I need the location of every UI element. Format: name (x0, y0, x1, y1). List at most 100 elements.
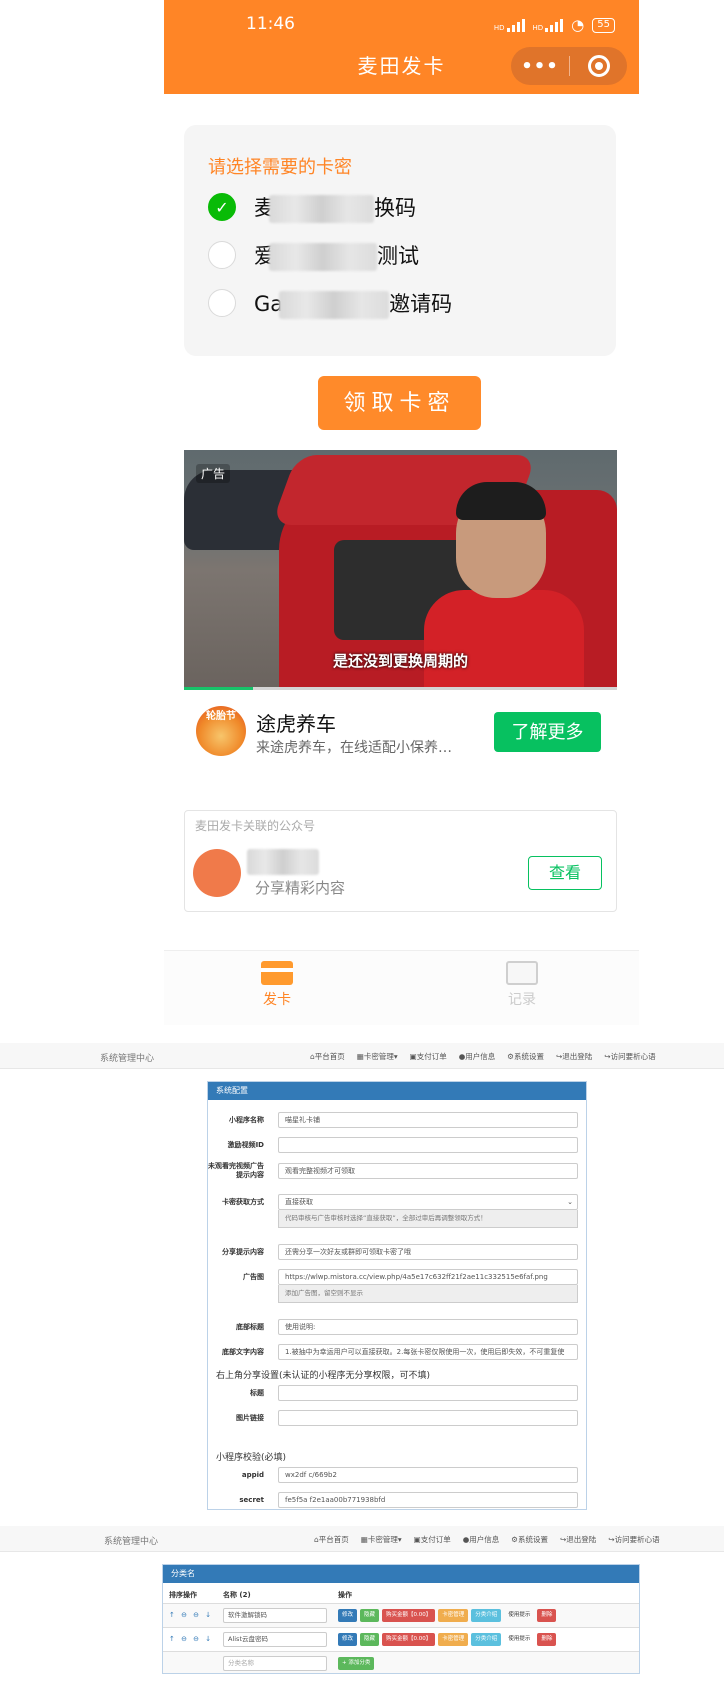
ad-progress-bar (184, 687, 617, 690)
nav-logout[interactable]: ↪ 退出登陆 (556, 1051, 592, 1062)
category-intro-button[interactable]: 分类介绍 (471, 1633, 502, 1646)
ad-tip-input[interactable]: 观看完整视频才可领取 (278, 1163, 578, 1179)
edit-button[interactable]: 修改 (338, 1633, 358, 1646)
card-manage-button[interactable]: 卡密管理 (438, 1633, 469, 1646)
battery-icon: 55 (592, 17, 615, 33)
category-name-input[interactable]: Alist云盘密码 (223, 1632, 327, 1647)
table-header-ops: 操作 (338, 1591, 352, 1599)
card-icon (261, 961, 293, 985)
ad-image-input[interactable]: https://wlwp.mistora.cc/view.php/4a5e17c… (278, 1269, 578, 1285)
official-account-title: 麦田发卡关联的公众号 (195, 819, 316, 833)
nav-home[interactable]: ⌂ 平台首页 (314, 1534, 349, 1545)
advertiser-name[interactable]: 途虎养车 (256, 708, 336, 737)
share-title-input[interactable] (278, 1385, 578, 1401)
card-manage-button[interactable]: 卡密管理 (438, 1609, 469, 1622)
share-section-title: 右上角分享设置(未认证的小程序无分享权限，可不填) (216, 1371, 431, 1381)
records-icon (506, 961, 538, 985)
tab-issue-card-label: 发卡 (263, 992, 291, 1008)
card-method-select[interactable]: 直接获取 ⌄ (278, 1194, 578, 1210)
delete-button[interactable]: 删除 (537, 1633, 557, 1646)
verify-section-title: 小程序校验(必填) (216, 1453, 287, 1463)
share-image-input[interactable] (278, 1410, 578, 1426)
option-3-suffix: 邀请码 (389, 291, 453, 316)
nav-orders[interactable]: ▣ 支付订单 (410, 1051, 447, 1062)
hide-button[interactable]: 隐藏 (360, 1633, 380, 1646)
price-button[interactable]: 购买金额【0.00】 (382, 1609, 436, 1622)
advertiser-logo[interactable]: 轮胎节 (196, 706, 246, 756)
card-icon: ▣ (413, 1535, 421, 1544)
option-1[interactable]: ✓ 麦换码 (208, 192, 416, 223)
edit-button[interactable]: 修改 (338, 1609, 358, 1622)
nav-logout-label: 退出登陆 (566, 1535, 597, 1544)
row-actions: 修改 隐藏 购买金额【0.00】 卡密管理 分类介绍 使用提示 删除 (338, 1633, 557, 1646)
row-actions: 修改 隐藏 购买金额【0.00】 卡密管理 分类介绍 使用提示 删除 (338, 1609, 557, 1622)
advertiser-desc: 来途虎养车，在线适配小保养… (256, 740, 452, 756)
secret-input[interactable]: fe5f5a f2e1aa00b771938bfd (278, 1492, 578, 1508)
check-icon[interactable]: ✓ (208, 193, 236, 221)
nav-card-manage[interactable]: ▦ 卡密管理▾ (361, 1534, 402, 1545)
footer-title-input[interactable]: 使用说明: (278, 1319, 578, 1335)
category-intro-button[interactable]: 分类介绍 (471, 1609, 502, 1622)
hd-signal-icon-2: HD (533, 18, 564, 32)
usage-tip-button[interactable]: 使用提示 (504, 1633, 534, 1646)
nav-home[interactable]: ⌂ 平台首页 (310, 1051, 345, 1062)
tab-issue-card[interactable]: 发卡 (237, 961, 317, 1009)
nav-orders[interactable]: ▣ 支付订单 (414, 1534, 451, 1545)
nav-visit[interactable]: ↪ 访问要析心语 (608, 1534, 659, 1545)
ad-label[interactable]: 广告 (196, 464, 231, 483)
redacted-blur (269, 242, 377, 271)
appid-input[interactable]: wx2df c/669b2 (278, 1467, 578, 1483)
wifi-icon: ◔ (571, 16, 585, 34)
table-row: ↑ ⊖ ⊖ ↓ Alist云盘密码 修改 隐藏 购买金额【0.00】 卡密管理 … (163, 1627, 639, 1651)
view-official-button[interactable]: 查看 (528, 856, 602, 890)
sort-controls[interactable]: ↑ ⊖ ⊖ ↓ (169, 1635, 213, 1643)
more-icon[interactable]: ••• (511, 56, 569, 77)
footer-text-input[interactable]: 1.被抽中为幸运用户可以直接获取。2.每张卡密仅限使用一次，使用后即失效，不可重… (278, 1344, 578, 1360)
nav-users[interactable]: ● 用户信息 (463, 1534, 500, 1545)
nav-logout-label: 退出登陆 (562, 1052, 593, 1061)
nav-visit-label: 访问要析心语 (614, 1535, 660, 1544)
hide-button[interactable]: 隐藏 (360, 1609, 380, 1622)
close-icon[interactable] (570, 55, 627, 77)
table-header-name: 名称 (2) (223, 1591, 251, 1599)
card-method-value: 直接获取 (285, 1198, 313, 1206)
field-label: 激励视频ID (227, 1141, 264, 1149)
caret-down-icon: ▾ (397, 1535, 402, 1544)
nav-settings[interactable]: ⚙ 系统设置 (511, 1534, 548, 1545)
radio-icon[interactable] (208, 289, 236, 317)
grid-icon: ▦ (356, 1052, 364, 1061)
system-config-panel: 系统配置 小程序名称 喵星礼卡铺 激励视频ID 未观看完视频广告提示内容 观看完… (207, 1081, 587, 1510)
row-actions: + 添加分类 (338, 1657, 375, 1670)
sort-controls[interactable]: ↑ ⊖ ⊖ ↓ (169, 1611, 213, 1619)
nav-card-manage[interactable]: ▦ 卡密管理▾ (357, 1051, 398, 1062)
nav-users-label: 用户信息 (465, 1052, 496, 1061)
app-name-input[interactable]: 喵星礼卡铺 (278, 1112, 578, 1128)
usage-tip-button[interactable]: 使用提示 (504, 1609, 534, 1622)
delete-button[interactable]: 删除 (537, 1609, 557, 1622)
nav-logout[interactable]: ↪ 退出登陆 (560, 1534, 596, 1545)
learn-more-button[interactable]: 了解更多 (494, 712, 601, 752)
phone-screenshot: 11:46 HD HD ◔ 55 麦田发卡 ••• 请选择需要的卡密 ✓ 麦换码… (164, 0, 639, 1025)
nav-settings[interactable]: ⚙ 系统设置 (507, 1051, 544, 1062)
admin-brand[interactable]: 系统管理中心 (104, 1534, 158, 1547)
get-card-button[interactable]: 领取卡密 (318, 376, 481, 430)
add-category-button[interactable]: + 添加分类 (338, 1657, 375, 1670)
option-2[interactable]: 爱测试 (208, 240, 419, 271)
option-3[interactable]: Ga 邀请码 (208, 288, 453, 319)
ad-video[interactable]: 广告 是还没到更换周期的 (184, 450, 617, 690)
hd-label-2: HD (532, 24, 544, 32)
tab-records[interactable]: 记录 (482, 961, 562, 1009)
nav-users[interactable]: ● 用户信息 (459, 1051, 496, 1062)
category-name-input[interactable]: 软件激解锁码 (223, 1608, 327, 1623)
nav-visit[interactable]: ↪ 访问要析心语 (604, 1051, 655, 1062)
field-label: 图片链接 (236, 1414, 264, 1422)
admin-brand[interactable]: 系统管理中心 (100, 1051, 154, 1064)
reward-video-id-input[interactable] (278, 1137, 578, 1153)
price-button[interactable]: 购买金额【0.00】 (382, 1633, 436, 1646)
new-category-input[interactable]: 分类名称 (223, 1656, 327, 1671)
radio-icon[interactable] (208, 241, 236, 269)
share-tip-input[interactable]: 还需分享一次好友或群即可领取卡密了哦 (278, 1244, 578, 1260)
card-icon: ▣ (409, 1052, 417, 1061)
hd-label: HD (493, 24, 505, 32)
field-label: appid (241, 1471, 264, 1479)
